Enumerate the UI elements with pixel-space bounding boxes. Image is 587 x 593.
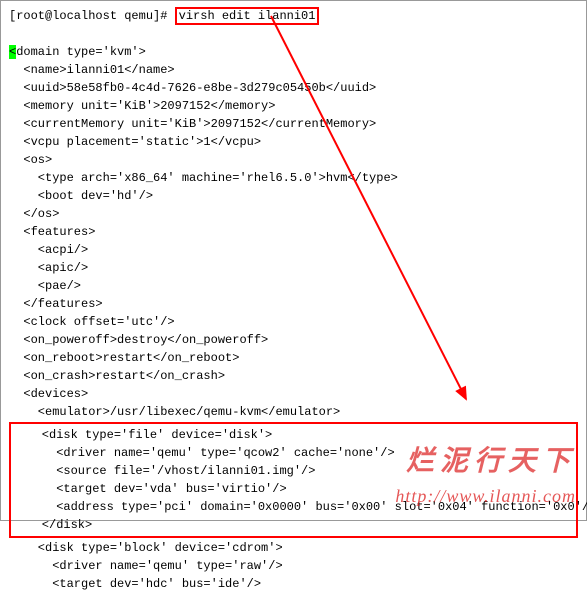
xml-line: <currentMemory unit='KiB'>2097152</curre… bbox=[9, 115, 578, 133]
shell-prompt: [root@localhost qemu]# bbox=[9, 9, 175, 23]
xml-line: </disk> bbox=[13, 516, 574, 534]
xml-line: <vcpu placement='static'>1</vcpu> bbox=[9, 133, 578, 151]
xml-line: <target dev='vda' bus='virtio'/> bbox=[13, 480, 574, 498]
xml-line: <on_poweroff>destroy</on_poweroff> bbox=[9, 331, 578, 349]
shell-prompt-line: [root@localhost qemu]# virsh edit ilanni… bbox=[9, 7, 578, 25]
xml-line: <acpi/> bbox=[9, 241, 578, 259]
xml-line: <disk type='block' device='cdrom'> bbox=[9, 539, 578, 557]
xml-line: <uuid>58e58fb0-4c4d-7626-e8be-3d279c0545… bbox=[9, 79, 578, 97]
xml-line: <driver name='qemu' type='qcow2' cache='… bbox=[13, 444, 574, 462]
xml-line: <source file='/vhost/ilanni01.img'/> bbox=[13, 462, 574, 480]
xml-line: <on_crash>restart</on_crash> bbox=[9, 367, 578, 385]
xml-line: <pae/> bbox=[9, 277, 578, 295]
xml-line: </os> bbox=[9, 205, 578, 223]
xml-line: <emulator>/usr/libexec/qemu-kvm</emulato… bbox=[9, 403, 578, 421]
xml-line: <clock offset='utc'/> bbox=[9, 313, 578, 331]
xml-line: <apic/> bbox=[9, 259, 578, 277]
command-highlight: virsh edit ilanni01 bbox=[175, 7, 320, 25]
xml-line: <devices> bbox=[9, 385, 578, 403]
xml-line: <on_reboot>restart</on_reboot> bbox=[9, 349, 578, 367]
xml-line: </features> bbox=[9, 295, 578, 313]
xml-line: <memory unit='KiB'>2097152</memory> bbox=[9, 97, 578, 115]
xml-line: <target dev='hdc' bus='ide'/> bbox=[9, 575, 578, 593]
xml-line: <address type='pci' domain='0x0000' bus=… bbox=[13, 498, 574, 516]
xml-line: <name>ilanni01</name> bbox=[9, 61, 578, 79]
blank-line bbox=[9, 25, 578, 43]
xml-line: <type arch='x86_64' machine='rhel6.5.0'>… bbox=[9, 169, 578, 187]
xml-line: <domain type='kvm'> bbox=[9, 43, 578, 61]
xml-line: <features> bbox=[9, 223, 578, 241]
xml-line: <boot dev='hd'/> bbox=[9, 187, 578, 205]
xml-line: <disk type='file' device='disk'> bbox=[13, 426, 574, 444]
xml-line: <driver name='qemu' type='raw'/> bbox=[9, 557, 578, 575]
xml-line: <os> bbox=[9, 151, 578, 169]
